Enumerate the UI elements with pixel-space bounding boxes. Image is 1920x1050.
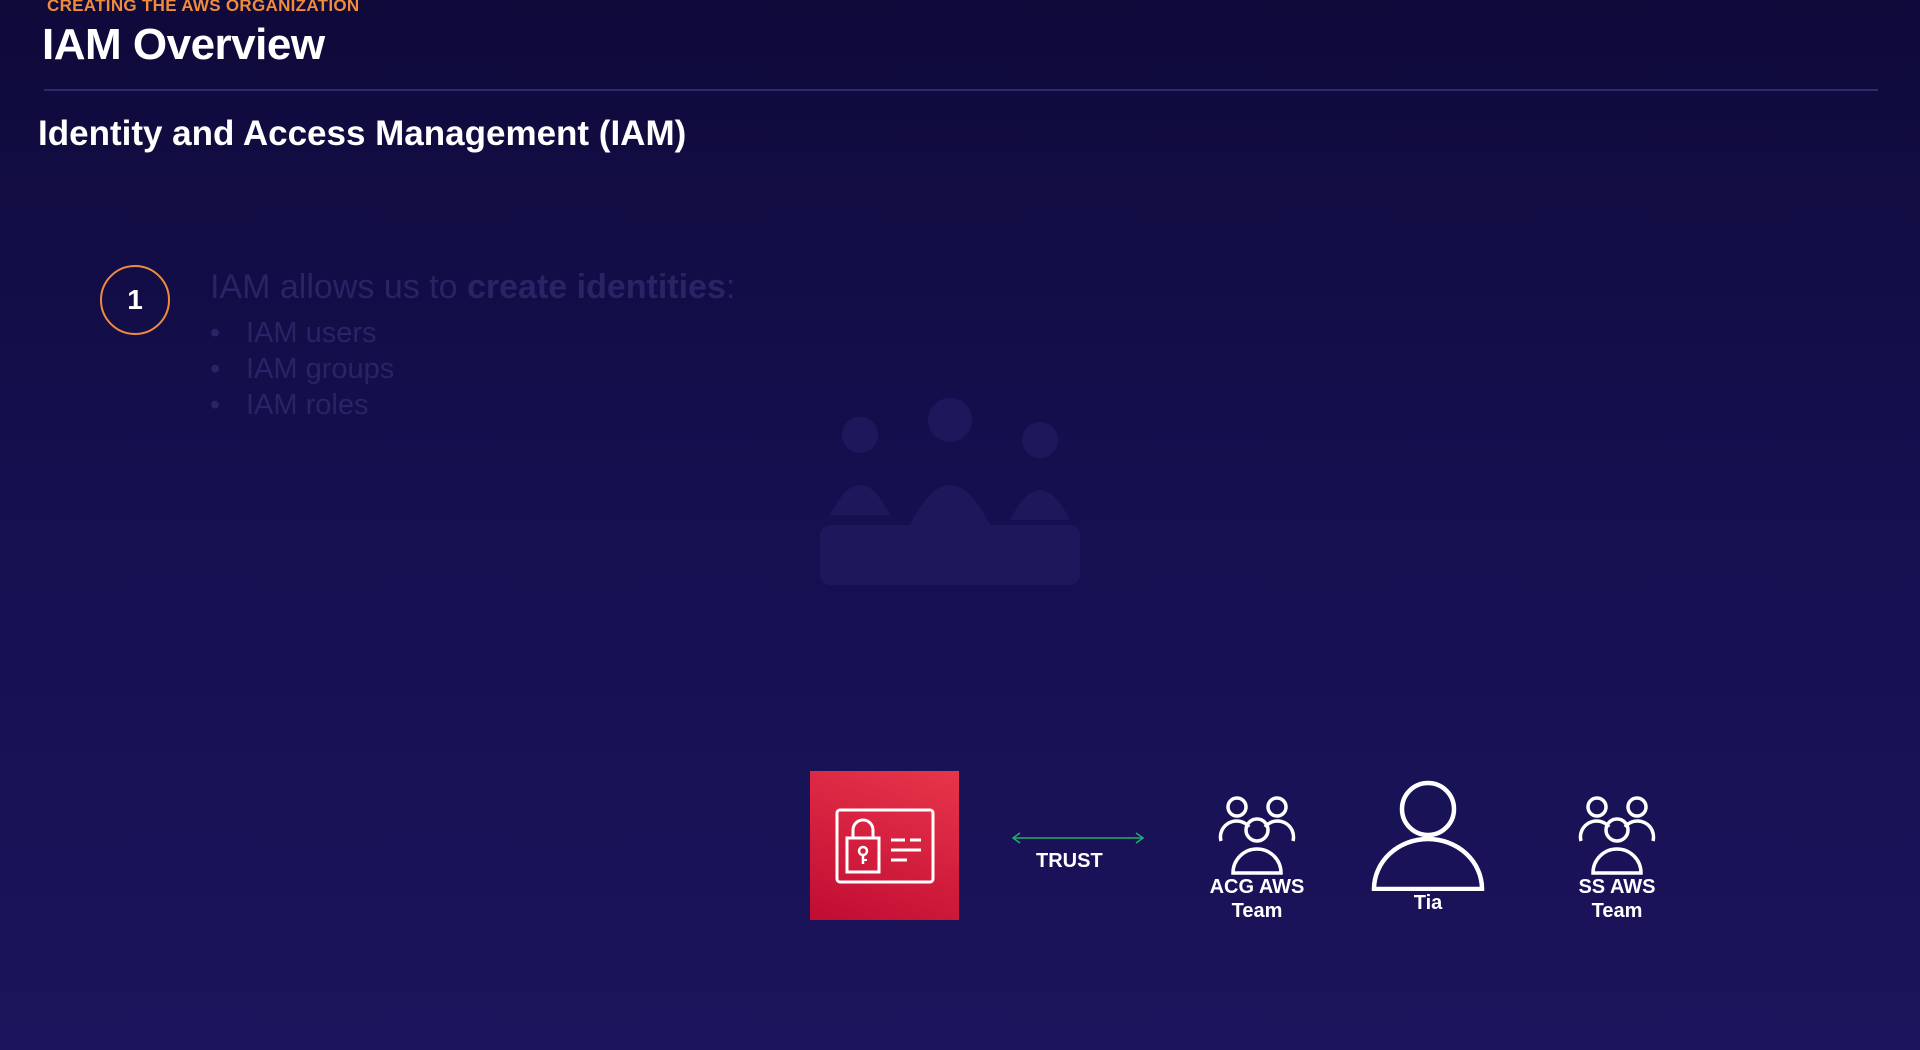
faded-people-illustration [820,398,1080,585]
intro-emphasis: create identities [466,268,726,306]
list-item: IAM roles [210,387,735,423]
actor-acg-aws-team: ACG AWS Team [1197,795,1317,923]
step-number: 1 [127,284,143,315]
identity-list: IAM users IAM groups IAM roles [210,315,735,423]
actor-ss-aws-team: SS AWS Team [1557,795,1677,923]
page-title: IAM Overview [42,20,325,69]
trust-double-arrow [1011,832,1145,844]
list-item: IAM groups [210,351,735,387]
iam-credential-icon [835,808,934,883]
group-icon [1578,796,1656,875]
title-divider [44,89,1878,91]
list-item: IAM users [210,315,735,351]
actor-label: SS AWS Team [1578,876,1656,922]
iam-service-tile [810,771,959,920]
intro-prefix: IAM allows us to [210,268,467,306]
intro-suffix: : [725,268,736,306]
trust-label: TRUST [1036,850,1103,872]
faded-bullet-block: IAM allows us to create identities: IAM … [210,268,735,423]
section-label: CREATING THE AWS ORGANIZATION [47,0,360,15]
user-icon [1371,780,1485,891]
actor-label: Tia [1413,892,1443,914]
slide-subtitle: Identity and Access Management (IAM) [38,114,687,153]
actor-tia: Tia [1368,779,1488,915]
actor-label: ACG AWS Team [1209,876,1305,922]
step-number-badge: 1 [100,265,170,335]
step-intro-text: IAM allows us to create identities: [210,268,735,307]
slide: { "header": { "section_label": "CREATING… [0,0,1920,1050]
group-icon [1218,796,1296,875]
